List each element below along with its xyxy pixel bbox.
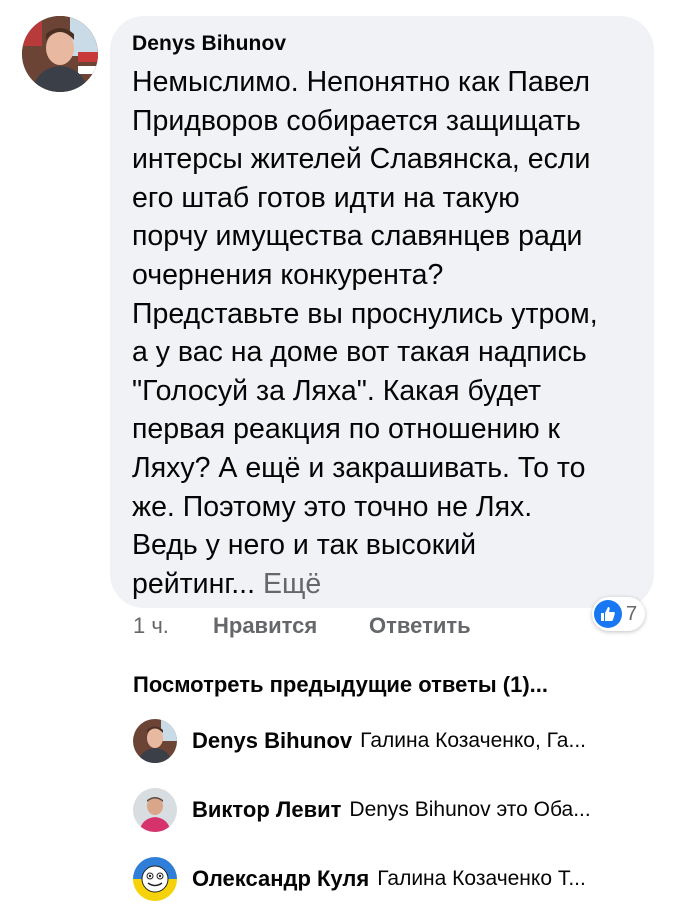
reply-button[interactable]: Ответить [369, 613, 471, 639]
reply-author[interactable]: Виктор Левит [192, 797, 341, 823]
comment-author[interactable]: Denys Bihunov [132, 30, 634, 58]
avatar[interactable] [133, 788, 177, 832]
avatar[interactable] [22, 16, 98, 92]
like-icon [594, 600, 622, 628]
reply-snippet: Галина Козаченко, Га... [360, 729, 586, 752]
reply-item[interactable]: Виктор Левит Denys Bihunov это Оба... [133, 788, 591, 832]
reply-item[interactable]: Олександр Куля Галина Козаченко Т... [133, 857, 586, 901]
reply-author[interactable]: Denys Bihunov [192, 728, 352, 754]
reply-item[interactable]: Denys Bihunov Галина Козаченко, Га... [133, 719, 586, 763]
comment-actions: 1 ч. Нравится Ответить [133, 613, 471, 639]
view-previous-replies-link[interactable]: Посмотреть предыдущие ответы (1)... [133, 672, 548, 698]
reaction-count: 7 [626, 602, 638, 625]
see-more-link[interactable]: Ещё [263, 568, 321, 600]
comment-bubble: Denys Bihunov Немыслимо. Непонятно как П… [110, 16, 654, 608]
comment-text: Немыслимо. Непонятно как Павел Придворов… [132, 63, 634, 603]
avatar[interactable] [133, 857, 177, 901]
reply-snippet: Denys Bihunov это Оба... [349, 798, 591, 821]
reactions-badge[interactable]: 7 [592, 597, 646, 631]
comment-body: Немыслимо. Непонятно как Павел Придворов… [132, 66, 598, 600]
comment-thread: Denys Bihunov Немыслимо. Непонятно как П… [0, 0, 675, 912]
like-button[interactable]: Нравится [213, 613, 369, 639]
comment-timestamp[interactable]: 1 ч. [133, 613, 213, 639]
avatar[interactable] [133, 719, 177, 763]
reply-author[interactable]: Олександр Куля [192, 866, 369, 892]
reply-snippet: Галина Козаченко Т... [377, 867, 586, 890]
